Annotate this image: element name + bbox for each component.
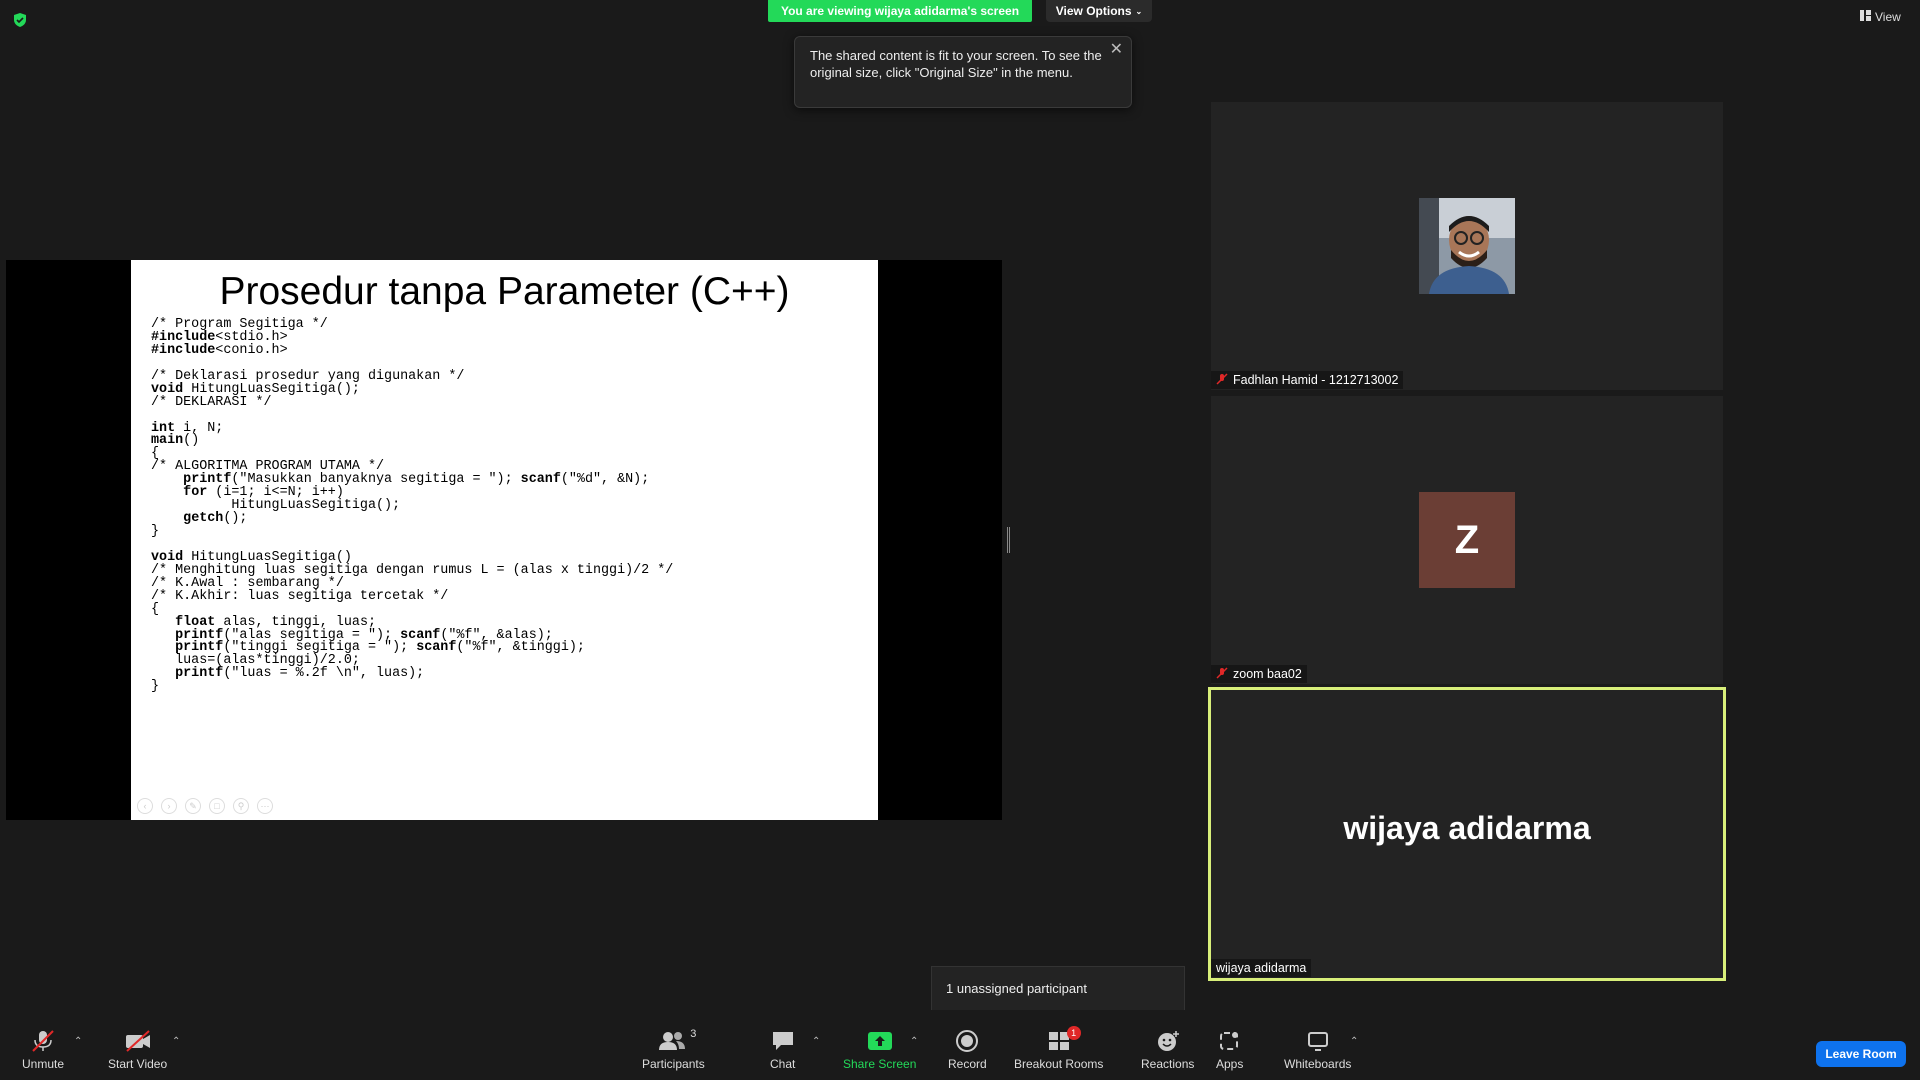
code-line: /* Menghitung luas segitiga dengan rumus… [151,562,674,578]
breakout-rooms-button[interactable]: 1 Breakout Rooms [1014,1026,1104,1071]
next-slide-icon: › [161,798,177,814]
viewing-screen-banner: You are viewing wijaya adidarma's screen [768,0,1032,22]
code-line: int i, N; [151,420,224,436]
code-line: /* DEKLARASI */ [151,394,272,410]
participants-icon: 3 [658,1028,696,1052]
apps-button[interactable]: Apps [1216,1030,1243,1071]
grid-view-icon [1860,10,1871,24]
video-off-icon [124,1030,152,1052]
audio-options-caret-icon[interactable]: ⌃ [74,1036,82,1047]
video-options-caret-icon[interactable]: ⌃ [172,1036,180,1047]
apps-label: Apps [1216,1057,1244,1071]
whiteboards-button[interactable]: Whiteboards [1284,1030,1351,1071]
participant-name: Fadhlan Hamid - 1212713002 [1233,373,1399,387]
chevron-down-icon: ⌄ [1135,6,1143,16]
pen-icon: ✎ [185,798,201,814]
share-screen-label: Share Screen [843,1057,917,1071]
code-line: printf("Masukkan banyaknya segitiga = ")… [183,472,650,488]
code-line: #include<stdio.h> [151,329,288,345]
code-line: for (i=1; i<=N; i++) [183,485,344,501]
start-video-button[interactable]: Start Video [108,1030,167,1071]
share-screen-icon [867,1030,893,1052]
participants-label: Participants [642,1057,705,1071]
view-label: View [1875,10,1901,24]
fit-to-screen-tooltip: The shared content is fit to your screen… [794,36,1132,108]
reactions-label: Reactions [1141,1057,1195,1071]
participant-name-tag: zoom baa02 [1211,665,1307,683]
zoom-icon: ⚲ [233,798,249,814]
presentation-slide: Prosedur tanpa Parameter (C++) /* Progra… [131,260,878,820]
breakout-rooms-label: Breakout Rooms [1014,1057,1104,1071]
share-options-caret-icon[interactable]: ⌃ [910,1036,918,1047]
shared-screen: Prosedur tanpa Parameter (C++) /* Progra… [6,260,1002,820]
unmute-label: Unmute [22,1057,65,1071]
breakout-badge: 1 [1066,1026,1081,1040]
participant-name: zoom baa02 [1233,667,1302,681]
record-icon [955,1030,979,1052]
chat-button[interactable]: Chat [770,1030,795,1071]
more-icon: ⋯ [257,798,273,814]
code-line: float alas, tinggi, luas; [175,614,377,630]
code-block: /* Program Segitiga */#include<stdio.h> #… [151,317,674,695]
profile-photo [1419,198,1515,294]
code-line: printf("alas segitiga = "); scanf("%f", … [175,627,553,643]
participants-button[interactable]: 3 Participants [642,1028,705,1071]
code-line: /* Program Segitiga */ [151,317,328,332]
code-line: printf("luas = %.2f \n", luas); [175,666,425,682]
view-options-button[interactable]: View Options ⌄ [1046,0,1152,22]
code-line: { [151,446,160,462]
slide-controls: ‹ › ✎ □ ⚲ ⋯ [137,798,273,814]
leave-room-button[interactable]: Leave Room [1816,1041,1906,1067]
muted-microphone-icon [30,1030,56,1052]
code-line: printf("tinggi segitiga = "); scanf("%f"… [175,640,585,656]
participant-display-name: wijaya adidarma [1343,810,1591,846]
muted-mic-icon [1216,666,1228,682]
code-line: /* Deklarasi prosedur yang digunakan */ [151,368,465,384]
unassigned-participant-popup[interactable]: 1 unassigned participant [931,966,1185,1011]
reactions-icon [1156,1030,1180,1052]
participants-count: 3 [690,1028,697,1040]
participant-name-tag: Fadhlan Hamid - 1212713002 [1211,371,1404,389]
initial-avatar: Z [1419,492,1515,588]
chat-options-caret-icon[interactable]: ⌃ [812,1036,820,1047]
participant-name: wijaya adidarma [1216,961,1307,975]
tooltip-text: The shared content is fit to your screen… [810,48,1102,80]
code-line: main() [151,433,200,449]
record-button[interactable]: Record [948,1030,987,1071]
reactions-button[interactable]: Reactions [1141,1030,1194,1071]
panel-resize-handle[interactable] [1007,527,1010,553]
start-video-label: Start Video [108,1057,168,1071]
chat-label: Chat [770,1057,796,1071]
code-line: getch(); [183,511,248,527]
code-line: } [151,679,160,695]
code-line: #include<conio.h> [151,342,288,358]
code-line: luas=(alas*tinggi)/2.0; [151,653,360,669]
breakout-rooms-icon: 1 [1047,1026,1081,1052]
view-button[interactable]: View [1860,10,1901,24]
code-line: void HitungLuasSegitiga() [151,549,352,565]
participant-name-tag: wijaya adidarma [1211,959,1312,977]
slide-title: Prosedur tanpa Parameter (C++) [219,270,790,313]
chat-icon [771,1030,795,1052]
previous-slide-icon: ‹ [137,798,153,814]
code-line: /* ALGORITMA PROGRAM UTAMA */ [151,459,385,475]
code-line: HitungLuasSegitiga(); [151,498,401,514]
muted-mic-icon [1216,372,1228,388]
whiteboards-label: Whiteboards [1284,1057,1352,1071]
share-screen-button[interactable]: Share Screen [843,1030,916,1071]
whiteboard-options-caret-icon[interactable]: ⌃ [1350,1036,1358,1047]
record-label: Record [948,1057,987,1071]
code-line: /* K.Akhir: luas segitiga tercetak */ [151,588,449,604]
view-options-label: View Options [1055,4,1132,18]
close-icon[interactable]: ✕ [1110,41,1123,58]
apps-icon [1218,1030,1242,1052]
whiteboard-icon [1306,1030,1330,1052]
slides-icon: □ [209,798,225,814]
unmute-button[interactable]: Unmute [22,1030,64,1071]
security-shield-icon[interactable] [12,12,28,28]
